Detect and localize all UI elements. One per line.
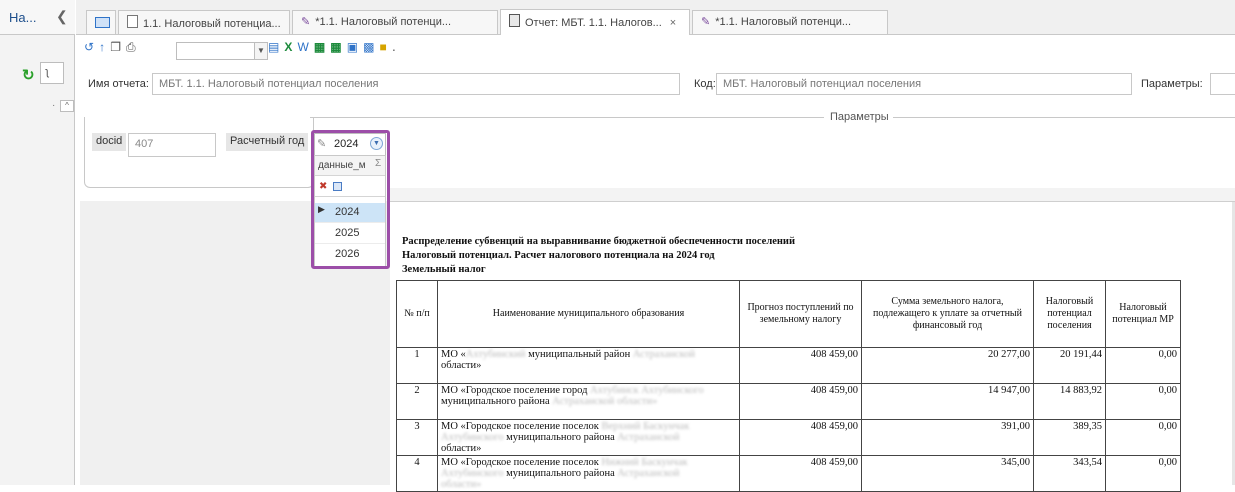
report-header-strip xyxy=(390,188,1235,202)
mr-potential-value: 0,00 xyxy=(1105,383,1181,420)
arrow-up-icon[interactable]: ↑ xyxy=(99,40,105,54)
export-table-icon[interactable]: ▦ xyxy=(330,40,341,54)
potential-value: 20 191,44 xyxy=(1033,347,1106,384)
export-grid-icon[interactable]: ▩ xyxy=(363,40,374,54)
scroll-up-icon[interactable]: ^ xyxy=(60,100,74,112)
divider xyxy=(310,117,824,118)
forecast-value: 408 459,00 xyxy=(739,455,862,492)
tab-label: 1.1. Налоговый потенциа... xyxy=(143,18,281,30)
tab-label: Отчет: МБТ. 1.1. Налогов... xyxy=(525,17,662,29)
window-icon xyxy=(95,17,110,28)
table-row: 3 МО «Городское поселение поселок Верхни… xyxy=(396,419,1181,456)
chevron-left-icon[interactable]: ❮ xyxy=(56,8,68,25)
export-image-icon[interactable]: ▣ xyxy=(347,40,358,54)
report-icon xyxy=(509,14,520,27)
tax-value: 20 277,00 xyxy=(861,347,1034,384)
params-group-title: Параметры xyxy=(826,111,893,123)
row-number: 4 xyxy=(396,455,438,492)
print-icon[interactable]: ⎙ xyxy=(126,40,136,55)
zoom-select[interactable] xyxy=(176,42,260,60)
tax-value: 391,00 xyxy=(861,419,1034,456)
table-row: 1 МО «Ахтубинский муниципальный район Ас… xyxy=(396,347,1181,384)
tab-edit-2[interactable]: ✎ *1.1. Налоговый потенци... xyxy=(692,10,888,34)
municipality-name: МО «Городское поселение поселок Верхний … xyxy=(437,419,740,456)
column-header: Наименование муниципального образования xyxy=(437,280,740,348)
overflow-icon[interactable]: ․ xyxy=(392,40,396,54)
report-name-label: Имя отчета: xyxy=(88,78,149,90)
navigation-title[interactable]: На... xyxy=(9,10,36,25)
report-tax-type: Земельный налог xyxy=(402,264,486,275)
potential-value: 389,35 xyxy=(1033,419,1106,456)
pencil-icon: ✎ xyxy=(701,16,711,28)
mr-potential-value: 0,00 xyxy=(1105,455,1181,492)
export-sheet-icon[interactable]: ▦ xyxy=(314,40,325,54)
pencil-icon: ✎ xyxy=(301,16,311,28)
row-number: 3 xyxy=(396,419,438,456)
report-subtitle: Налоговый потенциал. Расчет налогового п… xyxy=(402,250,715,261)
params-field[interactable] xyxy=(1210,73,1235,95)
close-icon[interactable]: × xyxy=(670,17,676,29)
tax-value: 14 947,00 xyxy=(861,383,1034,420)
document-icon xyxy=(127,15,138,28)
forecast-value: 408 459,00 xyxy=(739,383,862,420)
code-label: Код: xyxy=(694,78,716,90)
municipality-name: МО «Городское поселение поселок Нижний Б… xyxy=(437,455,740,492)
column-header: № п/п xyxy=(396,280,438,348)
tab-report[interactable]: Отчет: МБТ. 1.1. Налогов... × xyxy=(500,9,690,35)
params-label: Параметры: xyxy=(1141,78,1203,90)
code-field[interactable]: МБТ. Налоговый потенциал поселения xyxy=(716,73,1132,95)
tab-label: *1.1. Налоговый потенци... xyxy=(315,16,452,28)
tab-edit-1[interactable]: ✎ *1.1. Налоговый потенци... xyxy=(292,10,498,34)
table-row: 2 МО «Городское поселение город Ахтубинс… xyxy=(396,383,1181,420)
run-icon[interactable]: ↺ xyxy=(84,40,94,54)
settings-icon[interactable]: ■ xyxy=(380,40,387,54)
navigation-search-input[interactable]: ʅ xyxy=(40,62,64,84)
mr-potential-value: 0,00 xyxy=(1105,419,1181,456)
refresh-icon[interactable]: ↻ xyxy=(22,66,35,84)
docid-label: docid xyxy=(92,133,127,151)
report-title: Распределение субвенций на выравнивание … xyxy=(402,236,796,247)
row-number: 1 xyxy=(396,347,438,384)
tax-value: 345,00 xyxy=(861,455,1034,492)
table-row: 4 МО «Городское поселение поселок Нижний… xyxy=(396,455,1181,492)
copy-icon[interactable]: ❐ xyxy=(110,40,121,54)
report-name-field[interactable]: МБТ. 1.1. Налоговый потенциал поселения xyxy=(152,73,680,95)
column-header: Налоговый потенциал МР xyxy=(1105,280,1181,348)
toolbar: ↺ ↑ ❐ ⎙ xyxy=(84,40,138,62)
tab-home[interactable] xyxy=(86,10,116,34)
docid-field[interactable]: 407 xyxy=(128,133,216,157)
potential-value: 14 883,92 xyxy=(1033,383,1106,420)
word-icon[interactable]: W xyxy=(297,40,308,54)
excel-icon[interactable]: X xyxy=(284,40,292,54)
municipality-name: МО «Ахтубинский муниципальный район Астр… xyxy=(437,347,740,384)
chevron-down-icon[interactable]: ▼ xyxy=(254,42,268,60)
report-table: № п/п Наименование муниципального образо… xyxy=(396,280,1181,492)
mr-potential-value: 0,00 xyxy=(1105,347,1181,384)
column-header: Сумма земельного налога, подлежащего к у… xyxy=(861,280,1034,348)
potential-value: 343,54 xyxy=(1033,455,1106,492)
tab-label: *1.1. Налоговый потенци... xyxy=(715,16,852,28)
export-toolbar: ▤ X W ▦ ▦ ▣ ▩ ■ ․ xyxy=(268,40,398,62)
divider xyxy=(880,117,1235,118)
column-header: Налоговый потенциал поселения xyxy=(1033,280,1106,348)
municipality-name: МО «Городское поселение город Ахтубинск … xyxy=(437,383,740,420)
column-header: Прогноз поступлений по земельному налогу xyxy=(739,280,862,348)
highlight-frame xyxy=(311,130,390,269)
export-menu-icon[interactable]: ▤ xyxy=(268,40,279,54)
table-header-row: № п/п Наименование муниципального образо… xyxy=(396,280,1181,348)
forecast-value: 408 459,00 xyxy=(739,419,862,456)
row-number: 2 xyxy=(396,383,438,420)
tree-dot-icon: · xyxy=(52,100,56,111)
year-label: Расчетный год xyxy=(226,133,309,151)
forecast-value: 408 459,00 xyxy=(739,347,862,384)
tab-document[interactable]: 1.1. Налоговый потенциа... xyxy=(118,10,290,34)
